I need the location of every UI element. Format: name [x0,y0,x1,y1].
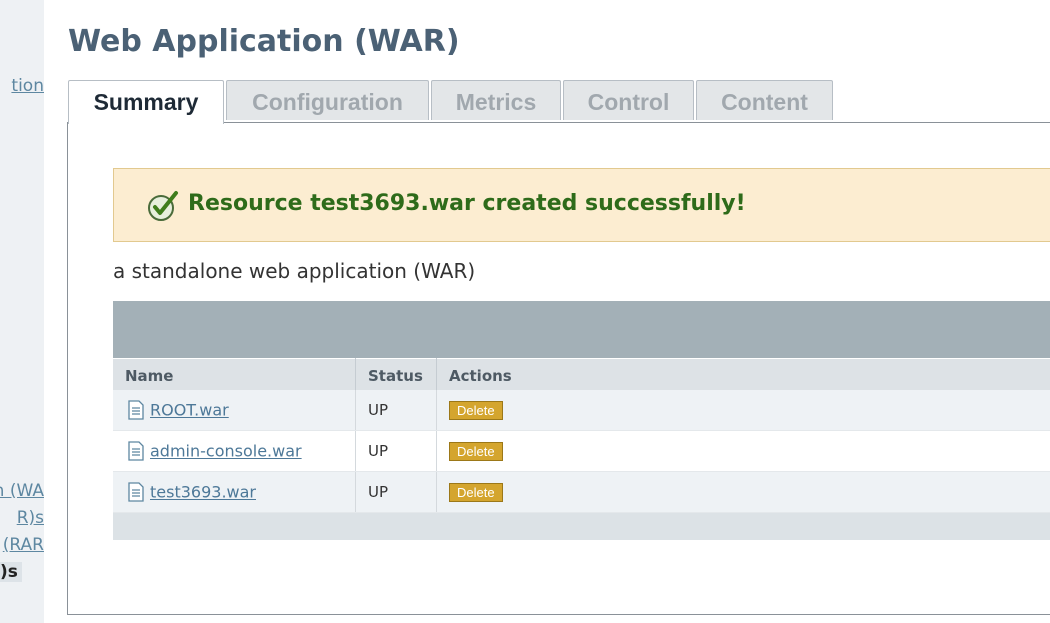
tab-metrics[interactable]: Metrics [431,80,561,120]
table-row: ROOT.war UP Delete [113,390,1050,431]
actions-cell: Delete [436,390,1050,431]
table-header-row: Name Status Actions [113,358,1050,390]
column-header-name[interactable]: Name [113,358,356,390]
resource-description: a standalone web application (WAR) [113,259,476,283]
breadcrumb-link[interactable] [391,0,441,1]
column-header-actions: Actions [436,358,1050,390]
table-footer [113,513,1050,540]
sidebar: tion n (WA R)s (RAR )s [0,0,44,623]
table-row: admin-console.war UP Delete [113,430,1050,472]
breadcrumb-link[interactable] [273,0,368,1]
document-icon [128,482,144,502]
delete-button[interactable]: Delete [449,441,503,461]
breadcrumb-link[interactable] [68,0,155,1]
success-message: Resource test3693.war created successful… [113,168,1050,242]
resource-link[interactable]: ROOT.war [150,401,229,420]
sidebar-item-current[interactable]: )s [0,562,22,582]
breadcrumb-link[interactable] [462,0,569,1]
tab-summary[interactable]: Summary [68,80,224,124]
table-toolbar [113,301,1050,358]
actions-cell: Delete [436,471,1050,513]
tab-content[interactable]: Content [696,80,833,120]
table-row: test3693.war UP Delete [113,471,1050,513]
sidebar-item-resource-adapters[interactable]: (RAR [3,535,44,555]
sidebar-item-application[interactable]: tion [11,76,44,96]
name-cell: admin-console.war [113,430,356,472]
breadcrumb [68,0,1048,2]
breadcrumb-link[interactable] [177,0,251,1]
resource-link[interactable]: admin-console.war [150,442,302,461]
success-message-text: Resource test3693.war created successful… [188,191,746,216]
column-header-status[interactable]: Status [355,358,437,390]
actions-cell: Delete [436,430,1050,472]
tab-control[interactable]: Control [563,80,694,120]
resource-link[interactable]: test3693.war [150,483,256,502]
page-title: Web Application (WAR) [68,24,460,59]
delete-button[interactable]: Delete [449,482,503,502]
document-icon [128,400,144,420]
check-icon [148,191,178,221]
delete-button[interactable]: Delete [449,400,503,420]
status-cell: UP [355,390,437,431]
status-cell: UP [355,471,437,513]
name-cell: ROOT.war [113,390,356,431]
status-cell: UP [355,430,437,472]
sidebar-item-web-applications[interactable]: n (WA [0,481,44,501]
resource-table: Name Status Actions ROOT.war UP Delete a… [113,301,1050,540]
tab-configuration[interactable]: Configuration [226,80,429,120]
document-icon [128,441,144,461]
name-cell: test3693.war [113,471,356,513]
sidebar-item-enterprise-applications[interactable]: R)s [17,508,44,528]
